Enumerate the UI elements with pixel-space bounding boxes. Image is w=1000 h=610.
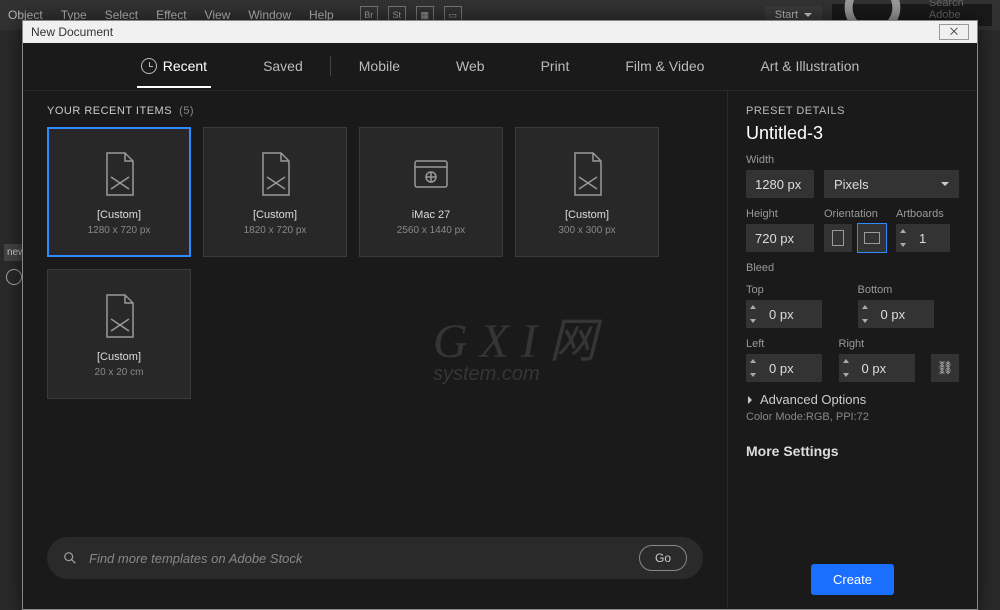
- link-bleed-button[interactable]: ⛓: [931, 354, 959, 382]
- circle-icon: [6, 269, 22, 285]
- bleed-bottom-stepper[interactable]: [858, 300, 872, 328]
- tab-web[interactable]: Web: [452, 46, 489, 88]
- chevron-down-icon: [804, 13, 812, 17]
- recent-items-heading: YOUR RECENT ITEMS (5): [47, 105, 703, 117]
- tab-art-illustration[interactable]: Art & Illustration: [756, 46, 863, 88]
- orientation-landscape[interactable]: [858, 224, 886, 252]
- artboards-stepper[interactable]: [896, 224, 910, 252]
- more-settings-button[interactable]: More Settings: [746, 443, 959, 459]
- dialog-title: New Document: [31, 25, 113, 39]
- preset-item[interactable]: [Custom] 20 x 20 cm: [47, 269, 191, 399]
- bleed-right-label: Right: [839, 338, 922, 350]
- preset-name: [Custom]: [253, 209, 297, 221]
- color-mode-text: Color Mode:RGB, PPI:72: [746, 411, 959, 423]
- advanced-options-toggle[interactable]: Advanced Options: [746, 392, 959, 407]
- preset-item[interactable]: [Custom] 1280 x 720 px: [47, 127, 191, 257]
- new-document-dialog: New Document ⨉ Recent Saved Mobile Web P…: [22, 20, 978, 610]
- width-input[interactable]: 1280 px: [746, 170, 814, 198]
- landscape-icon: [864, 232, 880, 244]
- height-label: Height: [746, 208, 814, 220]
- preset-name: [Custom]: [565, 209, 609, 221]
- doc-tools-icon: [255, 149, 295, 199]
- template-search[interactable]: Find more templates on Adobe Stock Go: [47, 537, 703, 579]
- preset-item[interactable]: iMac 27 2560 x 1440 px: [359, 127, 503, 257]
- tab-saved[interactable]: Saved: [259, 46, 307, 88]
- bleed-left-input[interactable]: 0 px: [760, 354, 822, 382]
- bleed-left-label: Left: [746, 338, 829, 350]
- portrait-icon: [832, 230, 844, 246]
- chevron-right-icon: [748, 396, 752, 404]
- preset-item[interactable]: [Custom] 1820 x 720 px: [203, 127, 347, 257]
- category-tabs: Recent Saved Mobile Web Print Film & Vid…: [23, 43, 977, 91]
- dialog-titlebar: New Document ⨉: [23, 21, 977, 43]
- doc-tools-icon: [99, 149, 139, 199]
- bleed-right-input[interactable]: 0 px: [853, 354, 915, 382]
- bleed-top-stepper[interactable]: [746, 300, 760, 328]
- document-name[interactable]: Untitled-3: [746, 123, 959, 144]
- presets-pane: YOUR RECENT ITEMS (5) [Custom] 1280 x 72…: [23, 91, 727, 609]
- units-select[interactable]: Pixels: [824, 170, 959, 198]
- artboards-label: Artboards: [896, 208, 950, 220]
- orientation-label: Orientation: [824, 208, 886, 220]
- doc-tools-icon: [567, 149, 607, 199]
- tab-film-video[interactable]: Film & Video: [621, 46, 708, 88]
- doc-tools-icon: [99, 291, 139, 341]
- preset-size: 2560 x 1440 px: [397, 225, 465, 236]
- preset-size: 1820 x 720 px: [244, 225, 307, 236]
- bleed-top-label: Top: [746, 284, 848, 296]
- preset-grid: [Custom] 1280 x 720 px [Custom] 1820 x 7…: [47, 127, 703, 399]
- bleed-label: Bleed: [746, 262, 959, 274]
- width-label: Width: [746, 154, 959, 166]
- bleed-left-stepper[interactable]: [746, 354, 760, 382]
- tab-mobile[interactable]: Mobile: [355, 46, 404, 88]
- close-button[interactable]: ⨉: [939, 24, 969, 40]
- tab-recent[interactable]: Recent: [137, 46, 211, 88]
- preset-size: 1280 x 720 px: [88, 225, 151, 236]
- create-button[interactable]: Create: [811, 564, 894, 595]
- orientation-portrait[interactable]: [824, 224, 852, 252]
- preset-size: 20 x 20 cm: [95, 367, 144, 378]
- artboards-input[interactable]: 1: [910, 224, 950, 252]
- bleed-bottom-input[interactable]: 0 px: [872, 300, 934, 328]
- preset-name: [Custom]: [97, 351, 141, 363]
- bleed-right-stepper[interactable]: [839, 354, 853, 382]
- preset-size: 300 x 300 px: [558, 225, 615, 236]
- tab-print[interactable]: Print: [537, 46, 574, 88]
- go-button[interactable]: Go: [639, 545, 687, 571]
- preset-details-heading: PRESET DETAILS: [746, 105, 959, 117]
- preset-name: [Custom]: [97, 209, 141, 221]
- height-input[interactable]: 720 px: [746, 224, 814, 252]
- new-label: new: [4, 244, 24, 261]
- browser-icon: [411, 149, 451, 199]
- bleed-top-input[interactable]: 0 px: [760, 300, 822, 328]
- preset-name: iMac 27: [412, 209, 451, 221]
- chevron-down-icon: [941, 182, 949, 186]
- search-icon: [63, 551, 77, 565]
- preset-details-panel: PRESET DETAILS Untitled-3 Width 1280 px …: [727, 91, 977, 609]
- bleed-bottom-label: Bottom: [858, 284, 960, 296]
- recent-icon: [141, 58, 157, 74]
- preset-item[interactable]: [Custom] 300 x 300 px: [515, 127, 659, 257]
